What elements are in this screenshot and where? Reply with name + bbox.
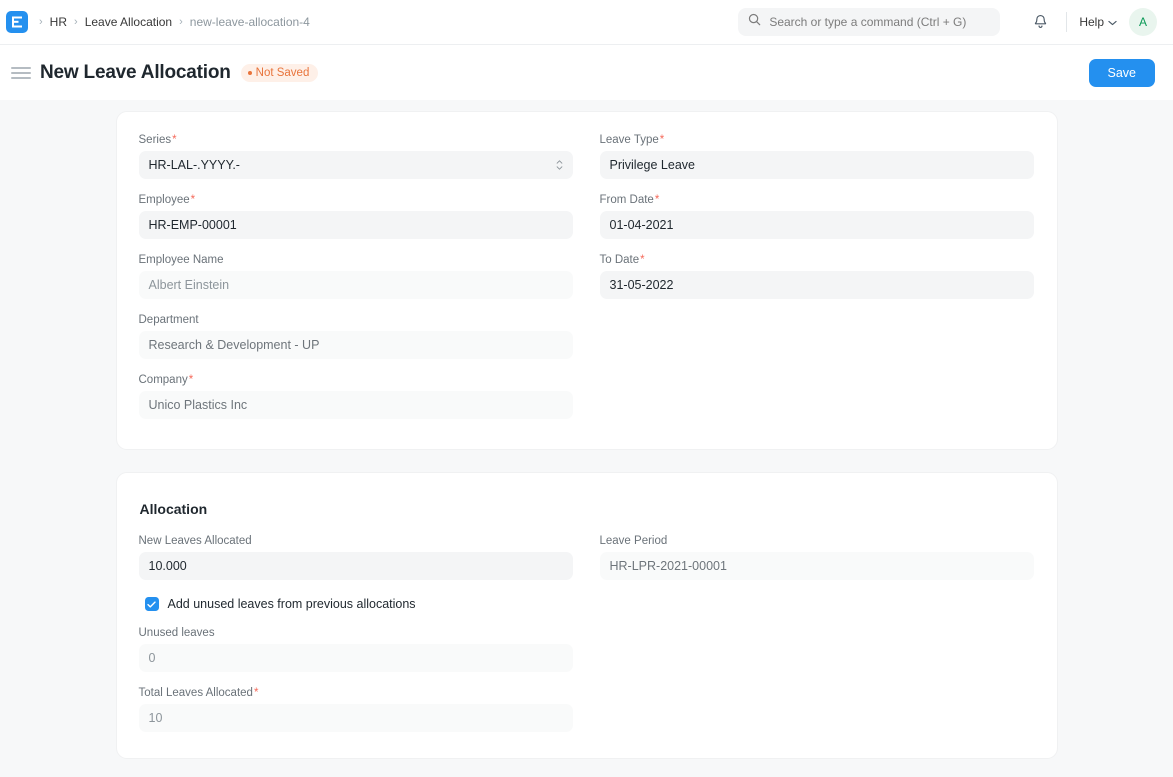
breadcrumb-item-leave-allocation[interactable]: Leave Allocation: [85, 15, 172, 29]
field-label-to-date: To Date*: [600, 254, 1034, 266]
field-label-company: Company*: [139, 374, 573, 386]
employee-name-input[interactable]: Albert Einstein: [139, 271, 573, 299]
field-to-date: To Date* 31-05-2022: [600, 254, 1034, 299]
allocation-card: Allocation New Leaves Allocated 10.000 A…: [116, 472, 1058, 759]
field-from-date: From Date* 01-04-2021: [600, 194, 1034, 239]
from-date-input[interactable]: 01-04-2021: [600, 211, 1034, 239]
field-label-series: Series*: [139, 134, 573, 146]
breadcrumb: › HR › Leave Allocation › new-leave-allo…: [32, 15, 310, 29]
allocation-section-title: Allocation: [140, 501, 1035, 517]
series-value: HR-LAL-.YYYY.-: [149, 158, 240, 172]
field-label-employee-name: Employee Name: [139, 254, 573, 266]
required-indicator: *: [660, 134, 664, 146]
field-company: Company* Unico Plastics Inc: [139, 374, 573, 419]
details-card: Series* HR-LAL-.YYYY.- Employee* HR-: [116, 111, 1058, 450]
breadcrumb-separator-1: ›: [74, 17, 78, 28]
top-navbar: › HR › Leave Allocation › new-leave-allo…: [0, 0, 1173, 45]
avatar[interactable]: A: [1129, 8, 1157, 36]
new-leaves-allocated-input[interactable]: 10.000: [139, 552, 573, 580]
required-indicator: *: [191, 194, 195, 206]
search-input[interactable]: Search or type a command (Ctrl + G): [738, 8, 1000, 36]
breadcrumb-item-hr[interactable]: HR: [50, 15, 67, 29]
status-dot-icon: [248, 71, 252, 75]
field-new-leaves-allocated: New Leaves Allocated 10.000: [139, 535, 573, 580]
avatar-initial: A: [1139, 15, 1147, 29]
company-input[interactable]: Unico Plastics Inc: [139, 391, 573, 419]
checkbox-checked-icon[interactable]: [145, 597, 159, 611]
employee-input[interactable]: HR-EMP-00001: [139, 211, 573, 239]
field-label-total-leaves-allocated: Total Leaves Allocated*: [139, 687, 573, 699]
navbar-right-group: Search or type a command (Ctrl + G) Help…: [738, 0, 1157, 44]
field-label-from-date: From Date*: [600, 194, 1034, 206]
breadcrumb-item-current: new-leave-allocation-4: [190, 15, 310, 29]
allocation-left-column: New Leaves Allocated 10.000 Add unused l…: [139, 535, 573, 732]
breadcrumb-separator-0: ›: [39, 17, 43, 28]
field-total-leaves-allocated: Total Leaves Allocated* 10: [139, 687, 573, 732]
field-unused-leaves: Unused leaves 0: [139, 627, 573, 672]
field-label-new-leaves-allocated: New Leaves Allocated: [139, 535, 573, 547]
add-unused-leaves-checkbox-row[interactable]: Add unused leaves from previous allocati…: [145, 597, 573, 611]
unused-leaves-input[interactable]: 0: [139, 644, 573, 672]
field-department: Department Research & Development - UP: [139, 314, 573, 359]
navbar-divider: [1066, 12, 1067, 32]
help-dropdown[interactable]: Help: [1079, 15, 1117, 29]
field-employee-name: Employee Name Albert Einstein: [139, 254, 573, 299]
total-leaves-allocated-input[interactable]: 10: [139, 704, 573, 732]
required-indicator: *: [640, 254, 644, 266]
allocation-right-column: Leave Period HR-LPR-2021-00001: [600, 535, 1034, 732]
field-employee: Employee* HR-EMP-00001: [139, 194, 573, 239]
search-icon: [748, 13, 761, 31]
help-label: Help: [1079, 15, 1104, 29]
field-label-department: Department: [139, 314, 573, 326]
field-leave-type: Leave Type* Privilege Leave: [600, 134, 1034, 179]
breadcrumb-separator-2: ›: [179, 17, 183, 28]
field-label-unused-leaves: Unused leaves: [139, 627, 573, 639]
add-unused-leaves-label: Add unused leaves from previous allocati…: [168, 597, 416, 611]
details-left-column: Series* HR-LAL-.YYYY.- Employee* HR-: [139, 134, 573, 419]
status-badge: Not Saved: [241, 64, 319, 82]
field-label-employee: Employee*: [139, 194, 573, 206]
save-button[interactable]: Save: [1089, 59, 1156, 87]
page-title: New Leave Allocation: [40, 62, 231, 84]
series-select[interactable]: HR-LAL-.YYYY.-: [139, 151, 573, 179]
required-indicator: *: [254, 687, 258, 699]
hamburger-icon[interactable]: [8, 60, 34, 86]
field-label-leave-type: Leave Type*: [600, 134, 1034, 146]
to-date-input[interactable]: 31-05-2022: [600, 271, 1034, 299]
details-right-column: Leave Type* Privilege Leave From Date* 0…: [600, 134, 1034, 419]
required-indicator: *: [189, 374, 193, 386]
required-indicator: *: [655, 194, 659, 206]
leave-type-input[interactable]: Privilege Leave: [600, 151, 1034, 179]
field-series: Series* HR-LAL-.YYYY.-: [139, 134, 573, 179]
leave-period-input[interactable]: HR-LPR-2021-00001: [600, 552, 1034, 580]
page-header: New Leave Allocation Not Saved Save: [0, 45, 1173, 100]
field-label-leave-period: Leave Period: [600, 535, 1034, 547]
chevron-down-icon: [1108, 15, 1117, 29]
search-placeholder: Search or type a command (Ctrl + G): [769, 15, 966, 29]
required-indicator: *: [172, 134, 176, 146]
select-stepper-icon: [556, 160, 563, 170]
status-badge-label: Not Saved: [256, 67, 310, 79]
department-input[interactable]: Research & Development - UP: [139, 331, 573, 359]
bell-icon[interactable]: [1026, 8, 1054, 36]
form-scroll-area[interactable]: Series* HR-LAL-.YYYY.- Employee* HR-: [0, 100, 1173, 777]
erpnext-logo-icon[interactable]: [6, 11, 28, 33]
field-leave-period: Leave Period HR-LPR-2021-00001: [600, 535, 1034, 580]
